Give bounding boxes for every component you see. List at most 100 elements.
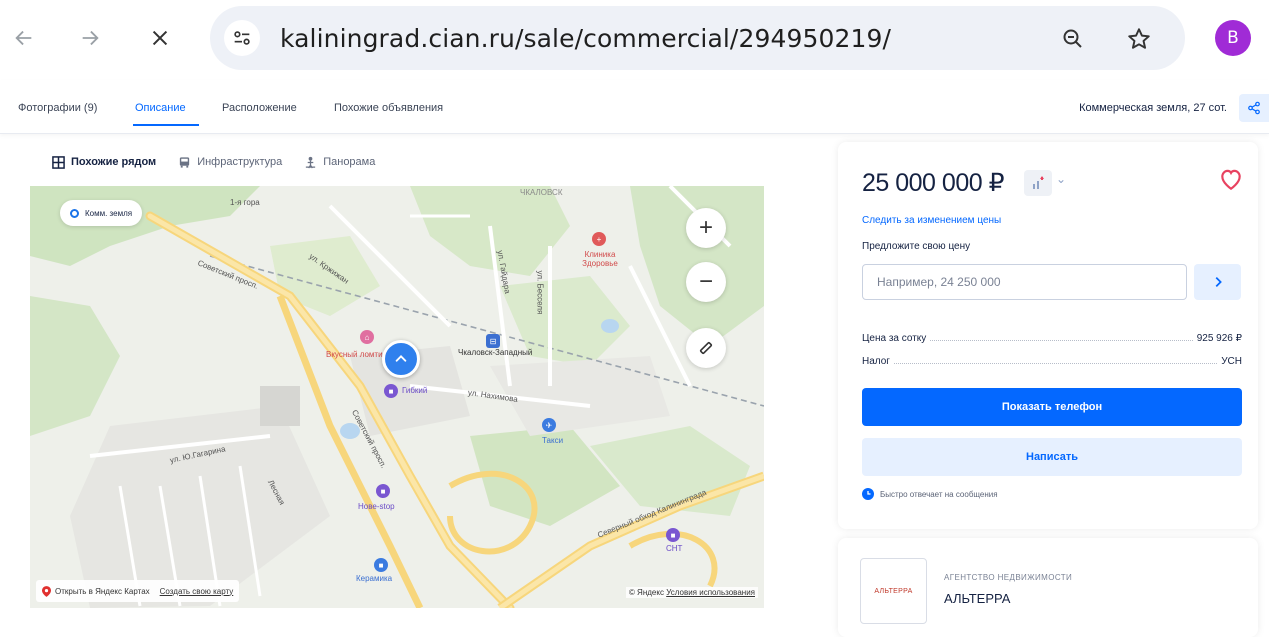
- zoom-out-button[interactable]: −: [686, 262, 726, 302]
- ring-icon: [70, 208, 79, 218]
- store-icon: ■: [384, 384, 398, 398]
- create-map-link[interactable]: Создать свою карту: [160, 587, 234, 596]
- poi-label-taxi: Такси: [542, 436, 564, 445]
- ruler-button[interactable]: [686, 328, 726, 368]
- train-icon: ⊟: [486, 334, 500, 348]
- price-per-label: Цена за сотку: [862, 333, 927, 344]
- map-filter-chip[interactable]: Комм. земля: [60, 200, 143, 226]
- mode-similar-nearby[interactable]: Похожие рядом: [52, 155, 157, 169]
- propose-price-label: Предложите свою цену: [862, 241, 971, 252]
- chevron-down-icon[interactable]: ⌄: [1056, 172, 1066, 186]
- minus-icon: −: [698, 268, 713, 295]
- dotted-leader: [893, 363, 1218, 364]
- follow-price-link[interactable]: Следить за изменением цены: [862, 215, 1001, 226]
- browser-toolbar: kaliningrad.cian.ru/sale/commercial/2949…: [0, 0, 1269, 80]
- share-button[interactable]: [1239, 94, 1269, 122]
- pin-arrow-icon: [395, 355, 407, 362]
- taxi-icon: ✈: [542, 418, 556, 432]
- star-icon: [1128, 28, 1150, 49]
- plus-icon: +: [698, 214, 713, 241]
- poi-label-station: Чкаловск-Западный: [458, 348, 533, 357]
- poi-label-store5: СНТ: [666, 544, 683, 553]
- location-pin[interactable]: [382, 340, 420, 378]
- map-footer: Открыть в Яндекс Картах Создать свою кар…: [36, 580, 240, 602]
- show-phone-button[interactable]: Показать телефон: [862, 388, 1242, 426]
- tab-location[interactable]: Расположение: [222, 102, 297, 114]
- tab-description[interactable]: Описание: [135, 102, 186, 114]
- share-icon: [1248, 101, 1260, 115]
- district-label: ЧКАЛОВСК: [520, 188, 563, 197]
- fast-reply-badge: Быстро отвечает на сообщения: [862, 488, 998, 500]
- terms-link[interactable]: Условия использования: [666, 588, 755, 597]
- shop-icon: ⌂: [360, 330, 374, 344]
- listing-tabs: Фотографии (9) Описание Расположение Пох…: [0, 80, 1269, 134]
- listing-summary: Коммерческая земля, 27 сот.: [1079, 102, 1227, 114]
- grid-icon: [52, 155, 65, 169]
- price-per-row: Цена за сотку 925 926 ₽: [862, 330, 1242, 344]
- address-bar[interactable]: kaliningrad.cian.ru/sale/commercial/2949…: [210, 6, 1185, 70]
- tax-row: Налог УСН: [862, 353, 1242, 367]
- zoom-button[interactable]: [1058, 24, 1088, 54]
- price: 25 000 000 ₽: [862, 169, 1004, 197]
- clock-icon: [862, 488, 874, 500]
- tab-photos[interactable]: Фотографии (9): [18, 102, 97, 114]
- store-icon: ■: [374, 558, 388, 572]
- price-per-value: 925 926 ₽: [1196, 333, 1242, 344]
- close-icon: [152, 30, 168, 46]
- tax-value: УСН: [1221, 356, 1242, 367]
- location-map[interactable]: Комм. земля Советский просп. Советский п…: [30, 186, 764, 608]
- active-tab-indicator: [133, 124, 199, 126]
- back-button[interactable]: [6, 20, 42, 56]
- chevron-right-icon: [1215, 277, 1222, 287]
- price-card: 25 000 000 ₽ ⌄ Следить за изменением цен…: [838, 142, 1258, 529]
- open-in-yandex-label: Открыть в Яндекс Картах: [55, 586, 150, 596]
- propose-price-input[interactable]: [862, 264, 1187, 300]
- zoom-out-icon: [1063, 29, 1082, 48]
- mode-similar-label: Похожие рядом: [71, 156, 157, 168]
- map-tiles: [30, 186, 764, 608]
- store-icon: ■: [666, 528, 680, 542]
- poi-label-shop: Вкусный ломтик: [326, 350, 387, 359]
- arrow-right-icon: [82, 30, 99, 46]
- map-pin-icon: [42, 585, 51, 597]
- mode-panorama[interactable]: Панорама: [304, 156, 375, 169]
- bar-chart-icon: [1033, 176, 1044, 189]
- mode-infrastructure[interactable]: Инфраструктура: [178, 156, 282, 169]
- arrow-left-icon: [15, 30, 32, 46]
- forward-button[interactable]: [72, 20, 108, 56]
- agency-card[interactable]: АЛЬТЕРРА АГЕНТСТВО НЕДВИЖИМОСТИ АЛЬТЕРРА: [838, 538, 1258, 637]
- poi-label-store: Гибкий: [402, 386, 428, 395]
- mode-panorama-label: Панорама: [323, 156, 376, 168]
- poi-label-store4: Керамика: [356, 574, 393, 583]
- agency-name[interactable]: АЛЬТЕРРА: [944, 591, 1010, 606]
- map-copyright: © Яндекс Условия использования: [625, 587, 758, 598]
- tax-label: Налог: [862, 356, 890, 367]
- profile-avatar[interactable]: B: [1215, 20, 1251, 56]
- favorite-heart-icon[interactable]: [1218, 166, 1244, 192]
- tab-similar[interactable]: Похожие объявления: [334, 102, 443, 114]
- price-history-button[interactable]: [1024, 170, 1052, 196]
- dotted-leader: [930, 340, 1193, 341]
- stop-loading-button[interactable]: [142, 20, 178, 56]
- tune-icon: [234, 31, 250, 45]
- road-label: 1-я гора: [230, 198, 260, 207]
- url-text[interactable]: kaliningrad.cian.ru/sale/commercial/2949…: [280, 24, 891, 53]
- copyright-text: © Яндекс: [628, 588, 664, 597]
- person-icon: [306, 156, 316, 168]
- submit-offer-button[interactable]: [1194, 264, 1241, 300]
- bookmark-button[interactable]: [1124, 24, 1154, 54]
- zoom-in-button[interactable]: +: [686, 208, 726, 248]
- road-label: ул. Бесселя: [535, 270, 545, 315]
- poi-label-store3: Нове-stop: [358, 502, 395, 511]
- map-chip-label: Комм. земля: [85, 208, 133, 218]
- agency-logo[interactable]: АЛЬТЕРРА: [860, 558, 927, 624]
- write-message-button[interactable]: Написать: [862, 438, 1242, 476]
- poi-label-clinic: Клиника Здоровье: [582, 250, 618, 268]
- agency-type: АГЕНТСТВО НЕДВИЖИМОСТИ: [944, 573, 1073, 582]
- bus-icon: [180, 156, 190, 168]
- open-in-yandex-link[interactable]: Открыть в Яндекс Картах: [42, 585, 150, 597]
- site-info-button[interactable]: [224, 20, 260, 56]
- mode-infrastructure-label: Инфраструктура: [197, 156, 283, 168]
- ruler-icon: [699, 341, 713, 355]
- store-icon: ■: [376, 484, 390, 498]
